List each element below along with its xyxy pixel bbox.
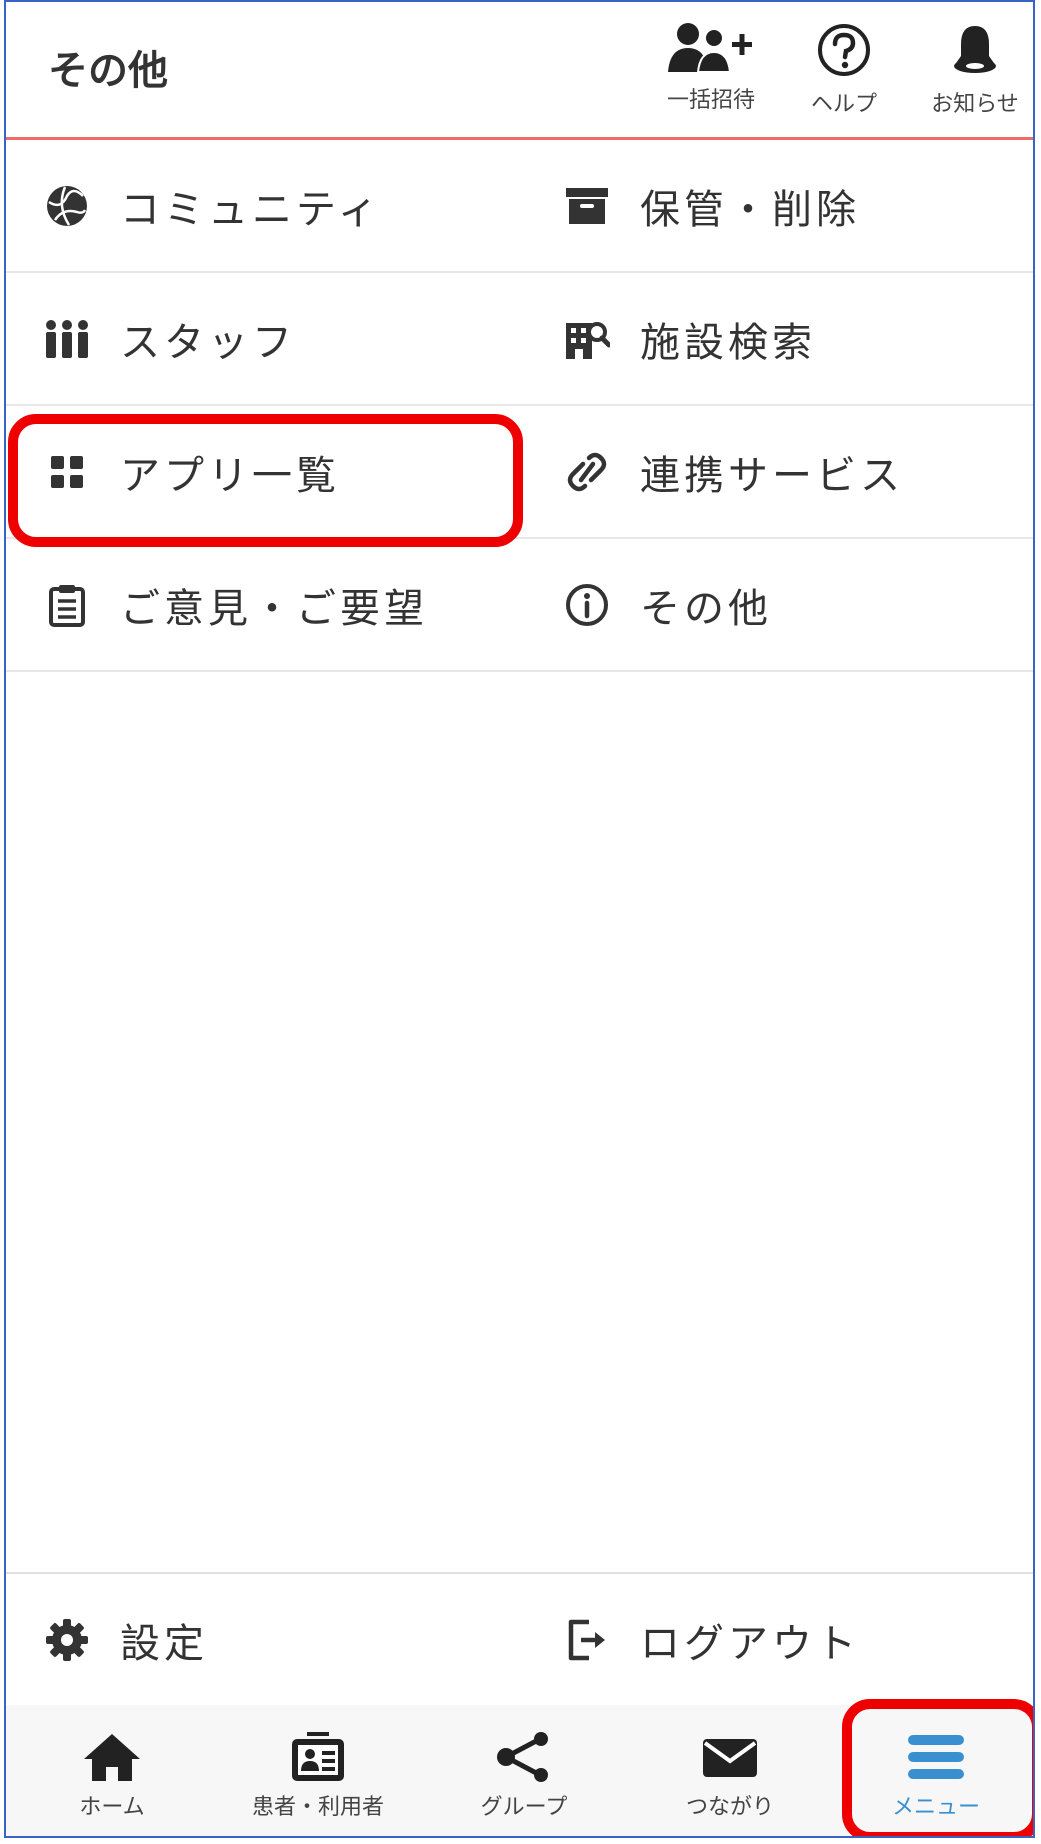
menu-item-archive[interactable]: 保管・削除 [564,140,1033,271]
tab-label: つながり [685,1795,774,1820]
settings-label: 設定 [120,1620,208,1667]
tab-connections[interactable]: つながり [627,1705,833,1836]
help-label: ヘルプ [810,92,877,117]
tab-menu[interactable]: メニュー [833,1705,1033,1836]
tab-home[interactable]: ホーム [9,1705,215,1836]
menu-icon [908,1735,964,1779]
settings-button[interactable]: 設定 [44,1574,544,1705]
tab-label: グループ [480,1795,568,1820]
settings-row: 設定 ログアウト [6,1572,1033,1705]
header: その他 一括招待 ヘルプ お知らせ [6,2,1033,140]
menu-item-label: スタッフ [120,319,296,366]
mail-icon [703,1739,757,1777]
share-icon [497,1732,548,1782]
menu-row: コミュニティ 保管・削除 [6,140,1033,273]
menu-item-app-list[interactable]: アプリ一覧 [44,406,544,537]
tab-label: ホーム [79,1795,145,1820]
menu-item-label: 施設検索 [640,319,816,366]
bulk-invite-button[interactable]: 一括招待 [651,22,771,126]
globe-icon [47,185,87,226]
tab-groups[interactable]: グループ [421,1705,627,1836]
menu-item-label: 連携サービス [640,452,904,499]
notifications-button[interactable]: お知らせ [915,22,1033,126]
info-icon [566,583,608,626]
menu-item-community[interactable]: コミュニティ [44,140,544,271]
link-icon [567,452,607,491]
page-title: その他 [48,48,168,94]
facility-search-icon [566,321,610,359]
tab-patients[interactable]: 患者・利用者 [215,1705,421,1836]
menu-item-label: ご意見・ご要望 [120,585,428,632]
menu-row: アプリ一覧 連携サービス [6,406,1033,539]
help-icon [818,24,870,76]
menu-item-label: その他 [640,585,772,632]
app-frame: その他 一括招待 ヘルプ お知らせ コミュニティ 保管・削除 スタッフ 施設検索… [4,0,1035,1838]
clipboard-icon [49,584,85,627]
menu-item-feedback[interactable]: ご意見・ご要望 [44,539,544,670]
apps-grid-icon [51,455,83,488]
menu-item-linked-services[interactable]: 連携サービス [564,406,1033,537]
id-card-icon [292,1732,344,1781]
tab-label: 患者・利用者 [251,1795,384,1820]
menu-item-label: コミュニティ [120,186,382,233]
staff-icon [46,319,88,358]
logout-label: ログアウト [640,1620,860,1667]
add-users-icon [668,23,752,73]
menu-grid: コミュニティ 保管・削除 スタッフ 施設検索 アプリ一覧 連携サービス ご意見・… [6,140,1033,672]
home-icon [84,1734,140,1781]
help-button[interactable]: ヘルプ [784,22,904,126]
bottom-tab-bar: ホーム 患者・利用者 グループ つながり メニュー [6,1705,1033,1836]
tab-label: メニュー [891,1795,980,1820]
logout-button[interactable]: ログアウト [564,1574,1033,1705]
menu-item-label: アプリ一覧 [120,452,340,499]
menu-row: スタッフ 施設検索 [6,273,1033,406]
gear-icon [46,1618,88,1661]
menu-item-staff[interactable]: スタッフ [44,273,544,404]
menu-row: ご意見・ご要望 その他 [6,539,1033,672]
bulk-invite-label: 一括招待 [666,88,755,113]
menu-item-other[interactable]: その他 [564,539,1033,670]
menu-item-facility-search[interactable]: 施設検索 [564,273,1033,404]
archive-icon [566,187,608,224]
logout-icon [568,1619,605,1660]
bell-icon [954,26,996,73]
menu-item-label: 保管・削除 [640,186,860,233]
notifications-label: お知らせ [931,92,1019,117]
